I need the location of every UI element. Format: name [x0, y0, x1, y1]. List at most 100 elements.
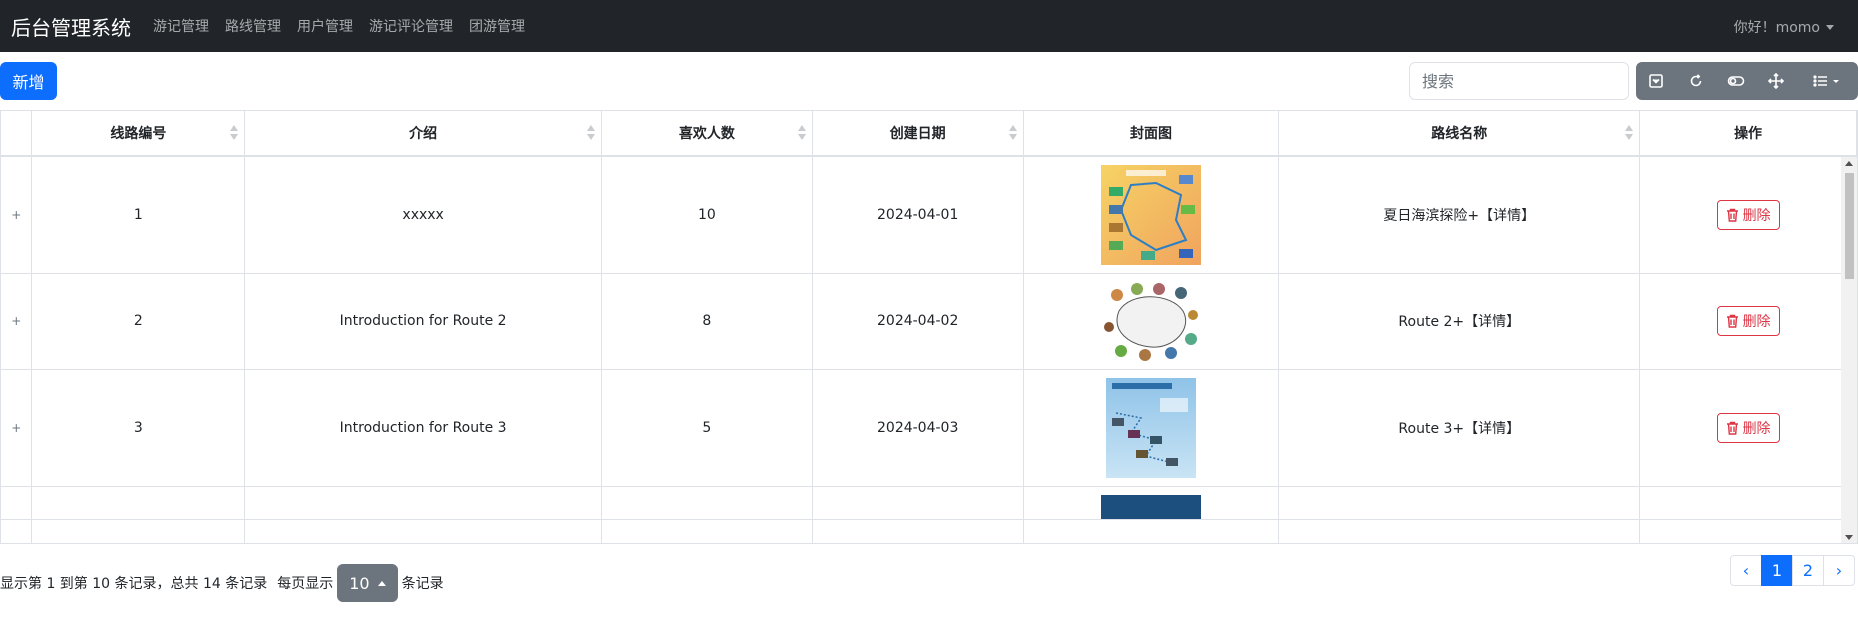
- route-name-cell: 夏日海滨探险+【详情】: [1278, 156, 1641, 274]
- nav-link-users[interactable]: 用户管理: [297, 16, 353, 36]
- header-label: 介绍: [409, 126, 438, 142]
- cover-cell: [1023, 486, 1280, 520]
- header-label: 线路编号: [110, 126, 167, 142]
- actions-cell: [1639, 486, 1857, 520]
- header-intro[interactable]: 介绍: [244, 111, 602, 157]
- chevron-down-icon: [1826, 24, 1834, 30]
- expand-icon[interactable]: +: [11, 208, 21, 222]
- expand-cell: +: [1, 273, 33, 370]
- expand-header: [1, 111, 33, 157]
- per-page-label: 每页显示: [277, 576, 334, 592]
- header-created-date[interactable]: 创建日期: [812, 111, 1024, 157]
- nav-links: 游记管理 路线管理 用户管理 游记评论管理 团游管理: [153, 16, 541, 36]
- cover-cell: [1023, 273, 1280, 370]
- date-cell: 2024-04-02: [812, 273, 1024, 370]
- date-cell: 2024-04-01: [812, 156, 1024, 274]
- sort-icon: [1625, 125, 1634, 141]
- expand-cell: [1, 486, 33, 520]
- route-name-link[interactable]: Route 2+【详情】: [1398, 314, 1520, 330]
- cover-cell: [1023, 369, 1280, 487]
- header-route-name[interactable]: 路线名称: [1278, 111, 1641, 157]
- scroll-down-arrow-icon[interactable]: [1845, 535, 1853, 540]
- page-next[interactable]: ›: [1823, 555, 1855, 586]
- columns-button[interactable]: [1796, 62, 1858, 100]
- expand-cell: +: [1, 156, 33, 274]
- top-navbar: 后台管理系统 游记管理 路线管理 用户管理 游记评论管理 团游管理 你好！mom…: [0, 0, 1858, 52]
- search-input[interactable]: [1409, 62, 1629, 100]
- cover-cell: [1023, 156, 1280, 274]
- delete-button[interactable]: 删除: [1716, 306, 1780, 336]
- table-toolbar: [1636, 62, 1858, 100]
- sort-icon: [586, 125, 595, 141]
- header-label: 创建日期: [889, 126, 946, 142]
- records-summary: 显示第 1 到第 10 条记录，总共 14 条记录: [0, 576, 268, 592]
- user-menu[interactable]: 你好！momo: [1734, 17, 1834, 37]
- table-row: [1, 486, 1857, 520]
- header-label: 封面图: [1130, 126, 1173, 142]
- route-name-cell: Route 2+【详情】: [1278, 273, 1641, 370]
- chevron-up-icon: [377, 580, 386, 586]
- expand-icon[interactable]: +: [11, 314, 21, 328]
- likes-cell: 8: [601, 273, 813, 370]
- expand-cell: +: [1, 369, 33, 487]
- delete-button[interactable]: 删除: [1716, 412, 1780, 443]
- fullscreen-button[interactable]: [1756, 62, 1796, 100]
- page-prev[interactable]: ‹: [1730, 555, 1762, 586]
- route-name-cell: Route 3+【详情】: [1278, 369, 1641, 487]
- route-id-cell: 2: [31, 273, 246, 370]
- header-likes[interactable]: 喜欢人数: [601, 111, 813, 157]
- nav-link-comments[interactable]: 游记评论管理: [369, 16, 453, 36]
- date-cell: 2024-04-03: [812, 369, 1024, 487]
- scroll-up-arrow-icon[interactable]: [1845, 161, 1853, 166]
- route-loop-image: [1101, 281, 1202, 361]
- page-size-value: 10: [349, 573, 370, 593]
- header-cover: 封面图: [1023, 111, 1280, 157]
- expand-icon[interactable]: +: [11, 421, 21, 435]
- columns-icon: [1813, 75, 1839, 87]
- data-grid: 线路编号 介绍 喜欢人数 创建日期 封面图 路线名称 操作 + 1 xxxxx …: [1, 111, 1857, 543]
- itinerary-poster-image: [1106, 377, 1197, 478]
- app-title[interactable]: 后台管理系统: [11, 12, 131, 41]
- scroll-thumb[interactable]: [1845, 173, 1854, 279]
- likes-cell: 5: [601, 369, 813, 487]
- pagination: ‹ 1 2 ›: [1730, 555, 1855, 586]
- date-cell: [812, 486, 1024, 520]
- header-label: 操作: [1734, 126, 1763, 142]
- page-1[interactable]: 1: [1761, 555, 1793, 586]
- toggle-view-button[interactable]: [1636, 62, 1676, 100]
- toggle-icon: [1727, 76, 1745, 86]
- nav-link-group-tours[interactable]: 团游管理: [469, 16, 525, 36]
- route-name-link[interactable]: 夏日海滨探险+【详情】: [1383, 208, 1535, 224]
- refresh-button[interactable]: [1676, 62, 1716, 100]
- add-button[interactable]: 新增: [0, 62, 57, 100]
- header-label: 路线名称: [1431, 126, 1488, 142]
- route-id-cell: [31, 486, 246, 520]
- header-route-id[interactable]: 线路编号: [31, 111, 246, 157]
- route-id-cell: 3: [31, 369, 246, 487]
- toggle-button[interactable]: [1716, 62, 1756, 100]
- table-row: + 2 Introduction for Route 2 8 2024-04-0…: [1, 273, 1857, 370]
- per-page-suffix: 条记录: [401, 576, 444, 592]
- header-actions: 操作: [1639, 111, 1857, 157]
- delete-button[interactable]: 删除: [1716, 199, 1780, 230]
- likes-cell: 10: [601, 156, 813, 274]
- nav-link-travelogue[interactable]: 游记管理: [153, 16, 209, 36]
- routes-table: 线路编号 介绍 喜欢人数 创建日期 封面图 路线名称 操作 + 1 xxxxx …: [0, 110, 1858, 544]
- nav-link-routes[interactable]: 路线管理: [225, 16, 281, 36]
- delete-label: 删除: [1742, 420, 1771, 437]
- trash-icon: [1726, 421, 1738, 435]
- route-name-cell: [1278, 486, 1641, 520]
- intro-cell: Introduction for Route 2: [244, 273, 602, 370]
- page-2[interactable]: 2: [1792, 555, 1824, 586]
- actions-cell: 删除: [1639, 156, 1857, 274]
- refresh-icon: [1690, 74, 1702, 87]
- actions-cell: 删除: [1639, 273, 1857, 370]
- table-header-row: 线路编号 介绍 喜欢人数 创建日期 封面图 路线名称 操作: [1, 111, 1857, 157]
- intro-cell: [244, 486, 602, 520]
- page-size-dropdown[interactable]: 10: [337, 564, 398, 602]
- table-scrollbar[interactable]: [1841, 157, 1857, 543]
- trash-icon: [1726, 314, 1738, 328]
- route-name-link[interactable]: Route 3+【详情】: [1398, 421, 1520, 437]
- likes-cell: [601, 486, 813, 520]
- sort-icon: [797, 125, 806, 141]
